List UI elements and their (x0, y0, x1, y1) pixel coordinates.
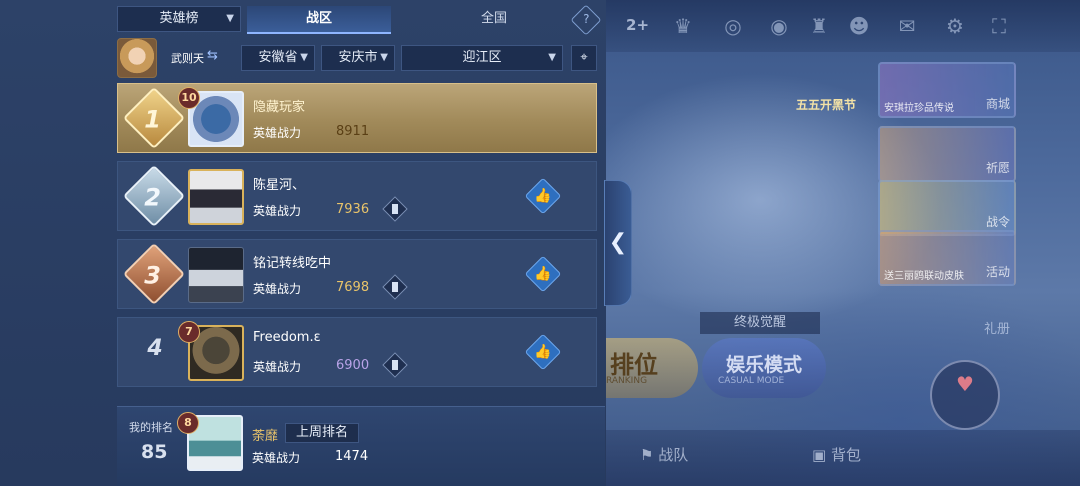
event-card-4[interactable]: 送三丽鸥联动皮肤 活动 (878, 230, 1016, 286)
ranked-label: 排位 (610, 351, 658, 379)
trophy-icon[interactable]: ♜ (806, 13, 832, 39)
rank-badge: 1 (122, 86, 186, 150)
player-name: Freedom.ε (253, 330, 321, 345)
my-rank-label: 我的排名 (129, 421, 173, 434)
collapse-panel-button[interactable]: ❮ (604, 180, 632, 306)
power-label: 英雄战力 (253, 360, 302, 374)
hero-icon[interactable] (382, 196, 408, 222)
heart-icon: ♥ (956, 372, 974, 396)
power-label: 英雄战力 (253, 282, 302, 296)
rank-badge: 3 (122, 242, 186, 306)
city-dropdown[interactable]: 安庆市 ▼ (321, 45, 395, 71)
ranked-sub: RANKING (606, 376, 648, 386)
bag-button[interactable]: ▣ 背包 (812, 444, 861, 465)
gift-label[interactable]: 礼册 (984, 318, 1010, 337)
friend-count[interactable]: 2+ (626, 16, 649, 34)
help-icon[interactable]: ? (570, 4, 602, 36)
event-card-1[interactable]: 安琪拉珍品传说 商城 (878, 62, 1016, 118)
power-value: 8911 (336, 124, 370, 139)
power-label: 英雄战力 (252, 451, 301, 465)
my-name: 荼靡 (252, 429, 279, 444)
hero-name[interactable]: 武则天 (171, 50, 204, 66)
casual-sub: CASUAL MODE (718, 376, 785, 386)
event-side-label: 商城 (985, 97, 1010, 111)
rank-row-2[interactable]: 2 陈星河、 英雄战力 7936 👍 (117, 161, 597, 231)
awaken-banner[interactable]: 终极觉醒 (700, 312, 820, 334)
like-thumbs-up-icon[interactable]: 👍 (524, 255, 562, 293)
event-card-3[interactable]: 战令 (878, 180, 1016, 236)
chevron-down-icon: ▼ (300, 52, 308, 63)
mail-icon[interactable]: ✉ (894, 13, 920, 39)
power-value: 7936 (336, 202, 370, 217)
last-week-rank-button[interactable]: 上周排名 (285, 423, 360, 443)
settings-gear-icon[interactable]: ⚙ (942, 13, 968, 39)
level-badge: 7 (178, 321, 200, 343)
power-label: 英雄战力 (253, 204, 302, 218)
rank-row-1[interactable]: 1 10 隐藏玩家 英雄战力 8911 (117, 83, 597, 153)
team-button[interactable]: ⚑ 战队 (640, 444, 688, 465)
hero-icon[interactable] (382, 352, 408, 378)
power-value: 7698 (336, 280, 370, 295)
event-side-label: 战令 (985, 215, 1010, 229)
like-thumbs-up-icon[interactable]: 👍 (524, 177, 562, 215)
casual-mode-button[interactable]: 娱乐模式 (702, 338, 826, 398)
rank-badge: 2 (122, 164, 186, 228)
target-icon[interactable]: ◎ (720, 13, 746, 39)
power-value: 1474 (335, 449, 369, 464)
chevron-down-icon: ▼ (548, 52, 556, 63)
level-badge: 10 (178, 87, 200, 109)
friends-icon[interactable]: ☻ (846, 13, 872, 39)
my-rank-number: 85 (141, 441, 168, 463)
hero-avatar[interactable] (117, 38, 157, 78)
player-name: 铭记转线吃中 (253, 256, 332, 271)
power-value: 6900 (336, 358, 370, 373)
location-pin-icon[interactable]: ⌖ (571, 45, 597, 71)
my-rank-strip: 我的排名 85 8 荼靡 上周排名 英雄战力 1474 (117, 406, 605, 486)
power-label: 英雄战力 (253, 126, 302, 140)
assistant-mascot[interactable]: ♥ (930, 360, 1000, 430)
event-card-2[interactable]: 祈愿 (878, 126, 1016, 182)
swap-icon[interactable]: ⇆ (207, 48, 218, 63)
player-name: 陈星河、 (253, 178, 306, 193)
event-caption: 安琪拉珍品传说 (884, 103, 954, 114)
casual-label: 娱乐模式 (725, 354, 802, 376)
hero-icon[interactable] (382, 274, 408, 300)
event-side-label: 祈愿 (985, 161, 1010, 175)
district-dropdown[interactable]: 迎江区 ▼ (401, 45, 563, 71)
board-type-dropdown[interactable]: 英雄榜 ▼ (117, 6, 241, 32)
rank-crown-icon[interactable]: ♛ (670, 13, 696, 39)
player-name: 隐藏玩家 (253, 100, 306, 115)
province-dropdown[interactable]: 安徽省 ▼ (241, 45, 315, 71)
tab-national[interactable]: 全国 (419, 6, 569, 34)
event-side-label: 活动 (985, 265, 1010, 279)
region-filter-row: 武则天 ⇆ 安徽省 ▼ 安庆市 ▼ 迎江区 ▼ ⌖ (117, 38, 605, 78)
rank-row-3[interactable]: 3 铭记转线吃中 英雄战力 7698 👍 (117, 239, 597, 309)
player-avatar[interactable] (188, 247, 244, 303)
leaderboard-tabs: 英雄榜 ▼ 战区 全国 ? (117, 4, 605, 36)
rank-row-4[interactable]: 4 7 Freedom.ε 英雄战力 6900 👍 (117, 317, 597, 387)
festival-label[interactable]: 五五开黑节 (796, 96, 856, 113)
chevron-down-icon: ▼ (226, 13, 234, 24)
rank-number: 4 (147, 336, 163, 361)
level-badge: 8 (177, 412, 199, 434)
chevron-left-icon: ❮ (608, 230, 628, 255)
event-caption: 送三丽鸥联动皮肤 (884, 271, 964, 282)
eye-icon[interactable]: ◉ (766, 13, 792, 39)
player-avatar[interactable] (188, 169, 244, 225)
chevron-down-icon: ▼ (380, 52, 388, 63)
like-thumbs-up-icon[interactable]: 👍 (524, 333, 562, 371)
tab-district[interactable]: 战区 (247, 6, 391, 34)
fullscreen-icon[interactable]: ⛶ (986, 13, 1012, 39)
